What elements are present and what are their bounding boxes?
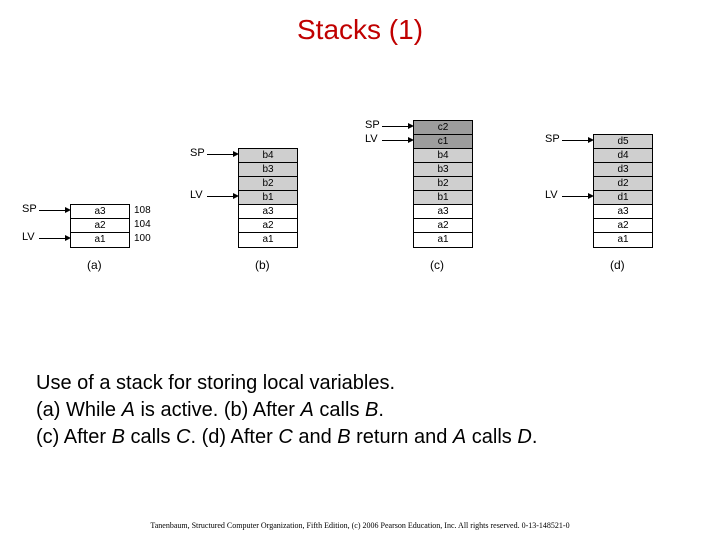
page-title: Stacks (1): [0, 0, 720, 46]
stack-c: c2 c1 b4 b3 b2 b1 a3 a2 a1: [413, 120, 473, 248]
sp-arrow-d: [562, 140, 593, 141]
cell-b-1: b3: [239, 163, 297, 177]
cell-d-6: a2: [594, 219, 652, 233]
panel-b-label: (b): [255, 258, 270, 272]
sp-label-a: SP: [22, 203, 37, 215]
cell-d-5: a3: [594, 205, 652, 219]
stack-a: a3 a2 a1: [70, 204, 130, 248]
caption-l2b: is active. (b) After: [135, 399, 301, 421]
lv-arrow-b: [207, 196, 238, 197]
panel-c-label: (c): [430, 258, 444, 272]
cell-c-0: c2: [414, 121, 472, 135]
panel-a-label: (a): [87, 258, 102, 272]
caption: Use of a stack for storing local variabl…: [36, 370, 537, 451]
lv-arrow-a: [39, 238, 70, 239]
addr-a-0: 108: [134, 205, 151, 216]
lv-label-d: LV: [545, 189, 558, 201]
caption-l2B: A: [301, 399, 314, 421]
cell-b-6: a1: [239, 233, 297, 247]
addr-a-2: 100: [134, 233, 151, 244]
lv-arrow-d: [562, 196, 593, 197]
caption-l2d: .: [378, 399, 384, 421]
cell-b-3: b1: [239, 191, 297, 205]
cell-c-3: b3: [414, 163, 472, 177]
stack-d: d5 d4 d3 d2 d1 a3 a2 a1: [593, 134, 653, 248]
cell-a-2: a1: [71, 233, 129, 247]
lv-label-c: LV: [365, 133, 378, 145]
cell-d-4: d1: [594, 191, 652, 205]
cell-c-7: a2: [414, 219, 472, 233]
cell-b-2: b2: [239, 177, 297, 191]
panel-d-label: (d): [610, 258, 625, 272]
caption-l3f: calls: [466, 426, 517, 448]
cell-c-5: b1: [414, 191, 472, 205]
caption-l3b: calls: [125, 426, 176, 448]
cell-d-7: a1: [594, 233, 652, 247]
caption-l3E: B: [337, 426, 350, 448]
sp-arrow-a: [39, 210, 70, 211]
lv-arrow-c: [382, 140, 413, 141]
caption-l3D: C: [278, 426, 292, 448]
sp-arrow-c: [382, 126, 413, 127]
caption-l3c: . (d) After: [191, 426, 279, 448]
cell-c-6: a3: [414, 205, 472, 219]
caption-l2C: B: [365, 399, 378, 421]
cell-b-5: a2: [239, 219, 297, 233]
cell-c-1: c1: [414, 135, 472, 149]
sp-label-c: SP: [365, 119, 380, 131]
cell-a-0: a3: [71, 205, 129, 219]
caption-l3B: B: [112, 426, 125, 448]
footer: Tanenbaum, Structured Computer Organizat…: [0, 521, 720, 530]
sp-arrow-b: [207, 154, 238, 155]
caption-l3C: C: [176, 426, 190, 448]
cell-d-2: d3: [594, 163, 652, 177]
figure: SP LV a3 a2 a1 108 104 100 (a) SP LV b4 …: [25, 120, 705, 320]
cell-b-0: b4: [239, 149, 297, 163]
sp-label-b: SP: [190, 147, 205, 159]
addr-a-1: 104: [134, 219, 151, 230]
cell-c-4: b2: [414, 177, 472, 191]
caption-l3d: and: [293, 426, 337, 448]
cell-d-1: d4: [594, 149, 652, 163]
caption-l2A: A: [122, 399, 135, 421]
caption-l3e: return and: [351, 426, 453, 448]
caption-l2a: (a) While: [36, 399, 122, 421]
caption-l3F: A: [453, 426, 466, 448]
lv-label-b: LV: [190, 189, 203, 201]
cell-d-0: d5: [594, 135, 652, 149]
lv-label-a: LV: [22, 231, 35, 243]
cell-d-3: d2: [594, 177, 652, 191]
sp-label-d: SP: [545, 133, 560, 145]
stack-b: b4 b3 b2 b1 a3 a2 a1: [238, 148, 298, 248]
caption-l3a: (c) After: [36, 426, 112, 448]
caption-line1: Use of a stack for storing local variabl…: [36, 372, 395, 394]
caption-l3G: D: [517, 426, 531, 448]
cell-b-4: a3: [239, 205, 297, 219]
cell-a-1: a2: [71, 219, 129, 233]
cell-c-2: b4: [414, 149, 472, 163]
caption-l2c: calls: [314, 399, 365, 421]
caption-l3g: .: [532, 426, 538, 448]
cell-c-8: a1: [414, 233, 472, 247]
